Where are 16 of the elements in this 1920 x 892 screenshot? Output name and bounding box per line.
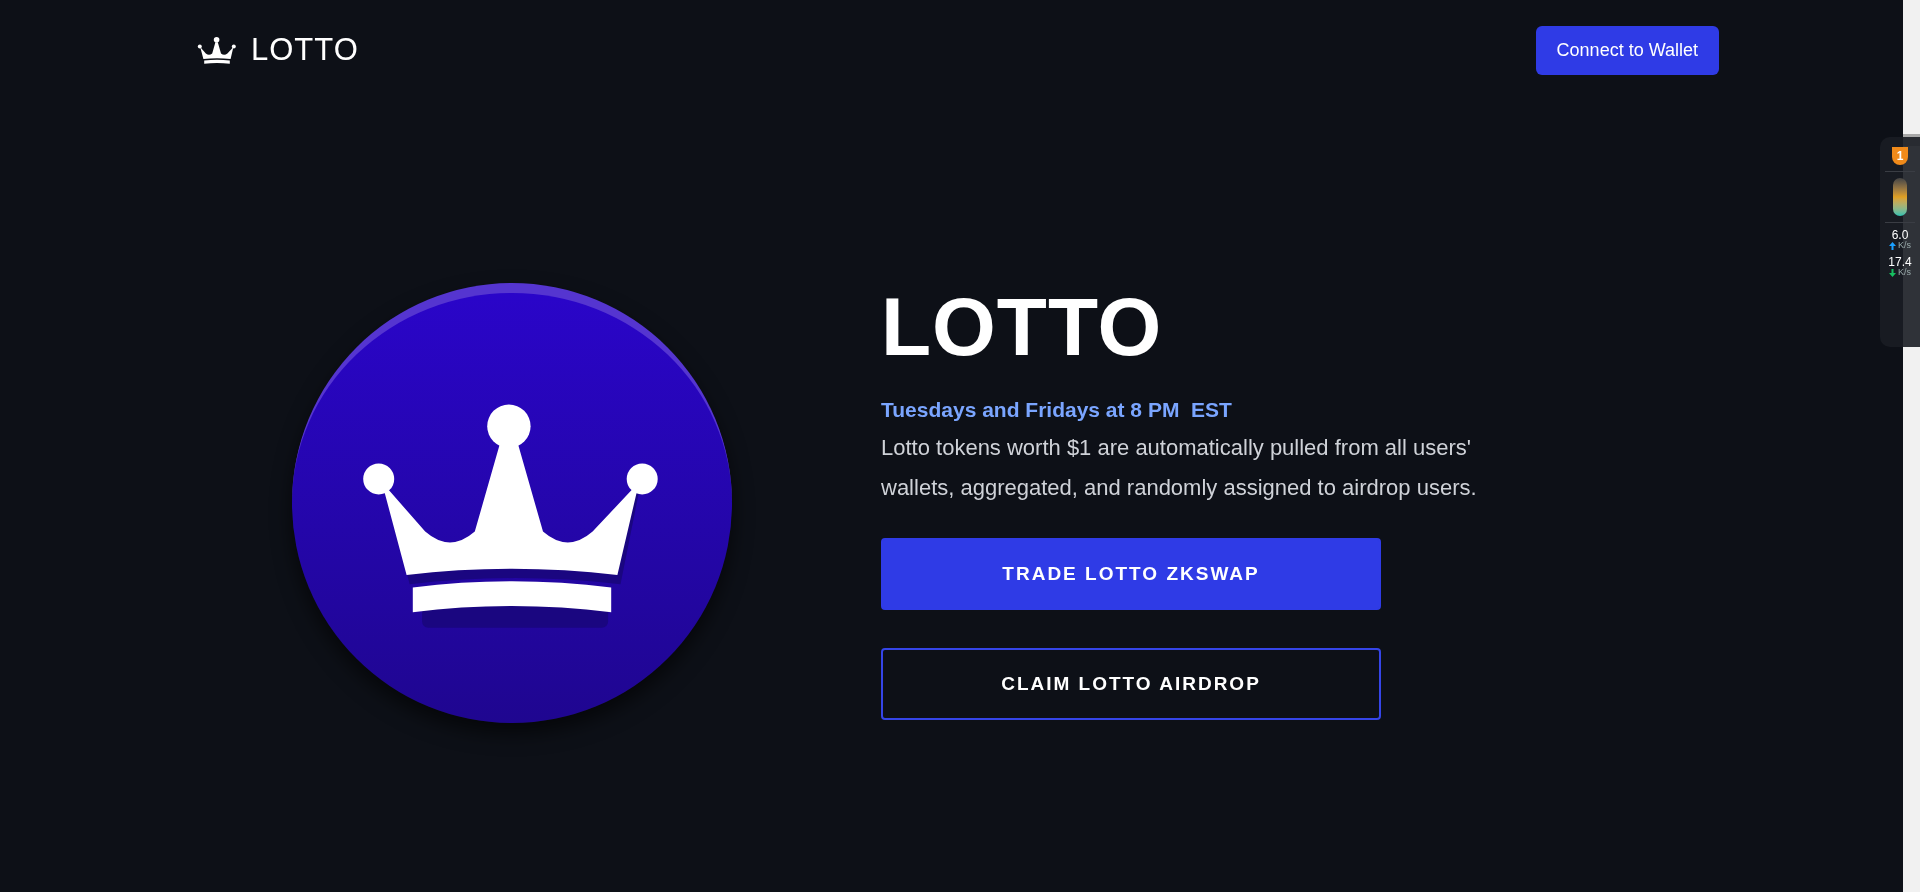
up-arrow-icon bbox=[1889, 241, 1896, 250]
rate-value: 17.4 bbox=[1888, 256, 1912, 268]
logo-text: LOTTO bbox=[251, 31, 359, 70]
shield-badge: 1 bbox=[1892, 147, 1908, 165]
crown-icon bbox=[197, 34, 237, 67]
down-arrow-icon bbox=[1889, 268, 1896, 277]
description-text: Lotto tokens worth $1 are automatically pulled from all users' wallets, aggregated, and randomly assigned to airdrop users. bbox=[881, 433, 1478, 502]
rate-unit: K/s bbox=[1898, 268, 1911, 277]
schedule-text: Tuesdays and Fridays at 8 PM EST bbox=[881, 397, 1233, 424]
trade-button[interactable]: TRADE LOTTO ZKSWAP bbox=[881, 537, 1381, 610]
claim-button[interactable]: CLAIM LOTTO AIRDROP bbox=[881, 647, 1381, 720]
battery-icon bbox=[1893, 178, 1907, 216]
hero-title: LOTTO bbox=[881, 286, 1164, 369]
rate-value: 6.0 bbox=[1891, 229, 1909, 241]
connect-wallet-button[interactable]: Connect to Wallet bbox=[1535, 26, 1719, 75]
rate-unit: K/s bbox=[1898, 241, 1911, 250]
